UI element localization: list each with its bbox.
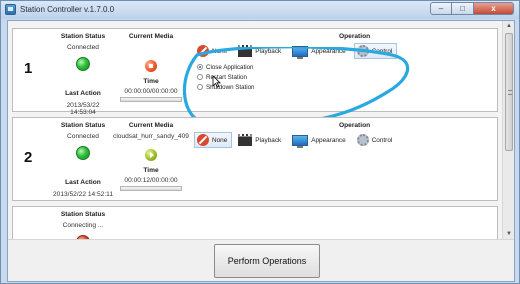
station-panel-2: 2 Station Status Connected Last Action 2… bbox=[12, 117, 498, 201]
close-button[interactable]: x bbox=[474, 2, 514, 15]
play-icon[interactable] bbox=[145, 149, 157, 161]
station-status-column: Station Status Connected bbox=[53, 122, 113, 160]
radio-close-application[interactable]: Close Application bbox=[197, 62, 255, 72]
clapperboard-icon bbox=[238, 134, 253, 146]
vertical-scrollbar[interactable]: ▲ ▼ bbox=[502, 21, 514, 239]
last-action-header: Last Action bbox=[65, 90, 101, 97]
stations-list: 1 Station Status Connected Last Action 2… bbox=[8, 21, 502, 239]
last-action-column: Last Action 2013/53/22 14:53:04 bbox=[53, 90, 113, 116]
tab-playback[interactable]: Playback bbox=[235, 43, 286, 59]
monitor-icon bbox=[292, 45, 309, 59]
last-action-header: Last Action bbox=[65, 179, 101, 186]
app-window: Station Controller v.1.7.0.0 – □ x 1 Sta… bbox=[0, 0, 520, 284]
clapperboard-icon bbox=[238, 45, 253, 57]
operation-header: Operation bbox=[339, 122, 371, 129]
media-progress-bar[interactable] bbox=[120, 186, 182, 191]
client-area: 1 Station Status Connected Last Action 2… bbox=[7, 20, 515, 282]
current-media-column: Current Media cloudsat_hurr_sandy_409 Ti… bbox=[113, 122, 189, 191]
station-status-text: Connecting ... bbox=[62, 222, 104, 229]
tab-playback[interactable]: Playback bbox=[235, 132, 286, 148]
tab-appearance[interactable]: Appearance bbox=[289, 43, 350, 59]
current-media-name bbox=[113, 44, 189, 52]
tab-label: None bbox=[212, 47, 228, 55]
tab-none[interactable]: None bbox=[194, 132, 233, 148]
tab-none[interactable]: None bbox=[194, 43, 232, 59]
media-progress-bar[interactable] bbox=[120, 97, 182, 102]
current-media-name: cloudsat_hurr_sandy_409 bbox=[113, 133, 189, 140]
radio-label: Close Application bbox=[206, 63, 254, 71]
title-bar[interactable]: Station Controller v.1.7.0.0 – □ x bbox=[1, 1, 519, 19]
gear-icon bbox=[356, 134, 369, 146]
station-status-text: Connected bbox=[67, 133, 99, 140]
current-media-column: Current Media Time 00:00:00/00:00:00 bbox=[113, 33, 189, 102]
scroll-up-icon[interactable]: ▲ bbox=[503, 21, 515, 31]
tab-label: Control bbox=[371, 47, 393, 55]
maximize-button[interactable]: □ bbox=[452, 2, 474, 15]
radio-button[interactable] bbox=[197, 64, 203, 70]
last-action-value: 2013/53/22 14:53:04 bbox=[66, 102, 100, 116]
time-header: Time bbox=[143, 167, 159, 174]
time-value: 00:00:00/00:00:00 bbox=[124, 88, 178, 95]
tab-label: Appearance bbox=[311, 136, 346, 144]
station-status-column: Station Status Connected bbox=[53, 33, 113, 71]
current-media-header: Current Media bbox=[128, 33, 174, 40]
app-icon bbox=[5, 4, 16, 15]
mouse-cursor-icon bbox=[212, 75, 221, 88]
tab-control[interactable]: Control bbox=[353, 43, 398, 59]
stop-icon[interactable] bbox=[145, 60, 157, 72]
station-panel-1: 1 Station Status Connected Last Action 2… bbox=[12, 28, 498, 130]
window-controls: – □ x bbox=[430, 2, 514, 15]
tab-label: Control bbox=[371, 136, 393, 144]
footer-bar: Perform Operations bbox=[8, 239, 514, 281]
station-status-header: Station Status bbox=[60, 211, 106, 218]
tab-appearance[interactable]: Appearance bbox=[289, 132, 350, 148]
station-panel-3: Station Status Connecting ... bbox=[12, 206, 498, 239]
control-options: Close Application Restart Station Shutdo… bbox=[197, 62, 255, 92]
none-icon bbox=[197, 134, 209, 146]
perform-operations-button[interactable]: Perform Operations bbox=[214, 244, 320, 278]
grip-icon bbox=[508, 90, 512, 95]
tab-label: Appearance bbox=[311, 47, 346, 55]
operation-tabs: None Playback Appearance Control bbox=[194, 43, 398, 59]
time-header: Time bbox=[143, 78, 159, 85]
station-status-text: Connected bbox=[67, 44, 99, 51]
tab-label: None bbox=[212, 136, 228, 144]
radio-restart-station[interactable]: Restart Station bbox=[197, 72, 255, 82]
station-number: 1 bbox=[24, 60, 33, 77]
tab-control[interactable]: Control bbox=[354, 132, 398, 148]
last-action-value: 2013/52/22 14:52:11 bbox=[53, 191, 114, 198]
radio-button[interactable] bbox=[197, 84, 203, 90]
minimize-button[interactable]: – bbox=[430, 2, 452, 15]
operation-header: Operation bbox=[339, 33, 371, 40]
station-status-column: Station Status Connecting ... bbox=[53, 211, 113, 239]
station-status-header: Station Status bbox=[60, 122, 106, 129]
station-number: 2 bbox=[24, 149, 33, 166]
monitor-icon bbox=[292, 134, 309, 148]
status-led-icon bbox=[76, 57, 90, 71]
time-value: 00:00:12/00:00:00 bbox=[124, 177, 178, 184]
tab-label: Playback bbox=[255, 136, 282, 144]
status-led-icon bbox=[76, 146, 90, 160]
gear-icon bbox=[356, 45, 369, 57]
operation-tabs: None Playback Appearance Control bbox=[194, 132, 397, 148]
none-icon bbox=[197, 45, 209, 57]
station-status-header: Station Status bbox=[60, 33, 106, 40]
radio-shutdown-station[interactable]: Shutdown Station bbox=[197, 82, 255, 92]
scroll-down-icon[interactable]: ▼ bbox=[503, 229, 515, 239]
scrollbar-thumb[interactable] bbox=[505, 33, 513, 151]
last-action-column: Last Action 2013/52/22 14:52:11 bbox=[53, 179, 113, 198]
radio-button[interactable] bbox=[197, 74, 203, 80]
current-media-header: Current Media bbox=[128, 122, 174, 129]
tab-label: Playback bbox=[255, 47, 282, 55]
window-title: Station Controller v.1.7.0.0 bbox=[20, 5, 115, 14]
